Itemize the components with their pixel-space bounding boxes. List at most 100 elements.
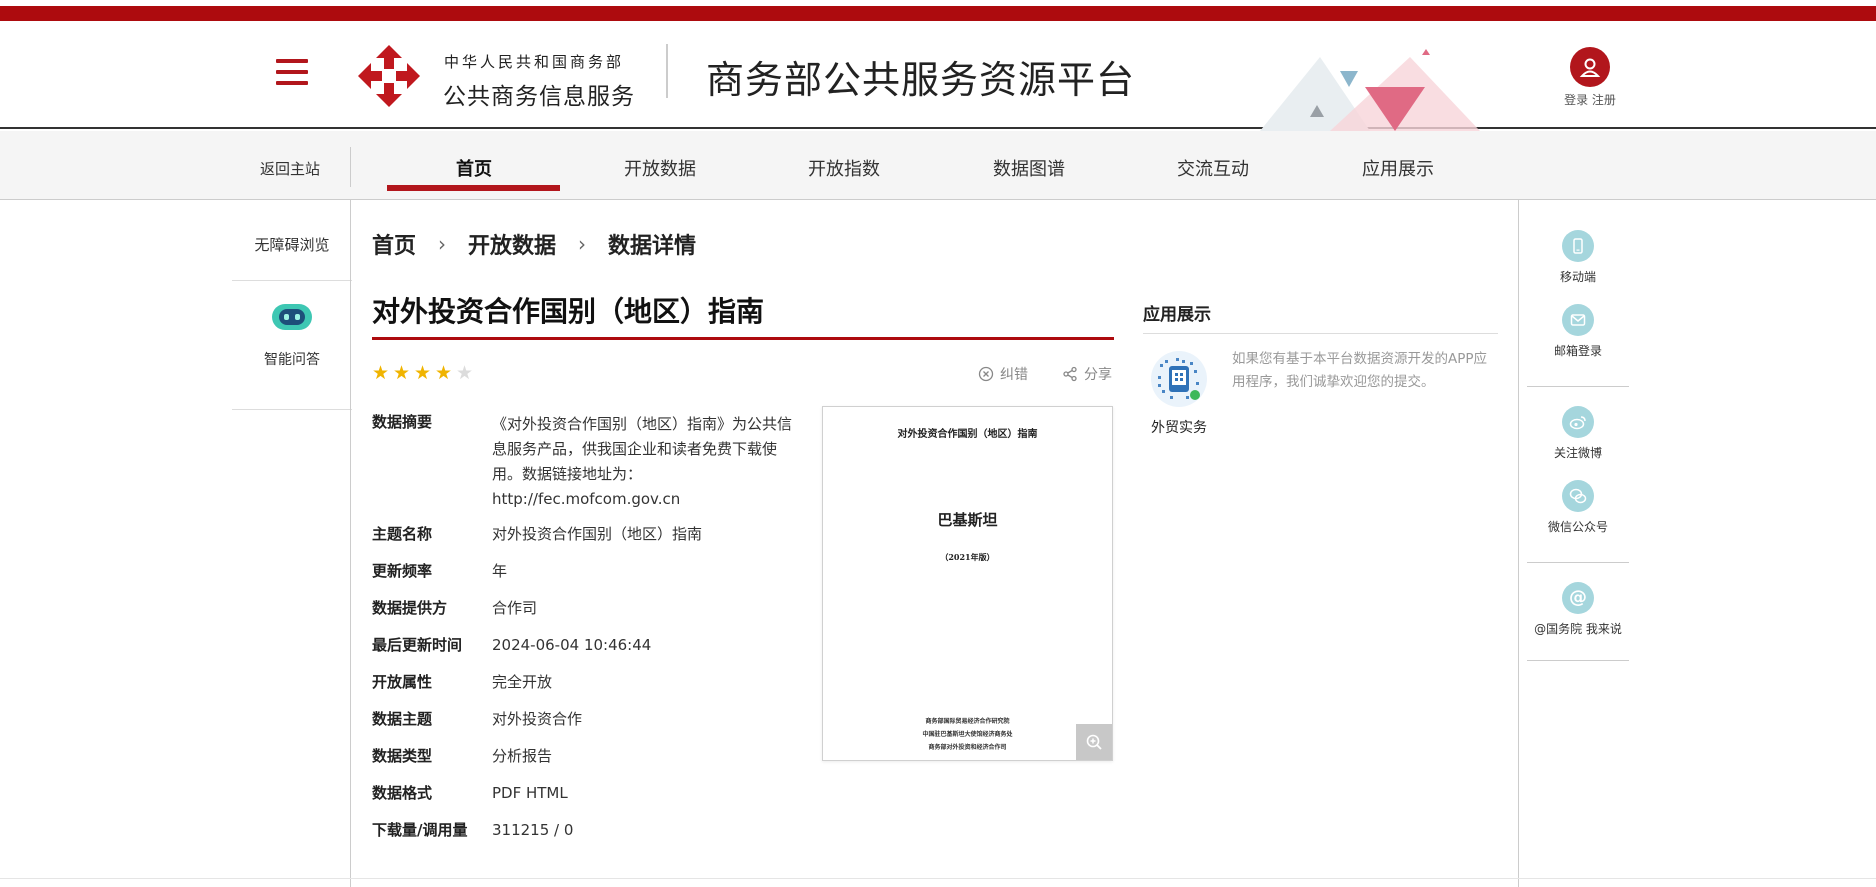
metadata-row: 更新频率 年 xyxy=(372,561,792,582)
metadata-row: 数据提供方 合作司 xyxy=(372,598,792,619)
field-key: 数据摘要 xyxy=(372,413,433,431)
mobile-phone-icon xyxy=(1562,230,1594,262)
state-council-label: @国务院 我来说 xyxy=(1534,622,1622,636)
rail-divider xyxy=(232,280,352,281)
chatbot-icon[interactable] xyxy=(270,300,314,334)
weibo-link[interactable]: 关注微博 xyxy=(1527,406,1629,461)
zoom-in-icon xyxy=(1086,734,1102,750)
preview-country: 巴基斯坦 xyxy=(937,511,998,529)
preview-edition: （2021年版） xyxy=(940,552,995,562)
nav-divider xyxy=(350,147,351,187)
field-key: 更新频率 xyxy=(372,562,433,580)
star-filled-icon[interactable]: ★ xyxy=(414,362,435,384)
rail-divider xyxy=(1527,386,1629,387)
star-empty-icon[interactable]: ★ xyxy=(456,362,477,384)
field-value: 2024-06-04 10:46:44 xyxy=(492,636,652,654)
org-name: 中华人民共和国商务部 xyxy=(444,53,625,71)
register-link[interactable]: 注册 xyxy=(1592,93,1616,107)
field-value: 对外投资合作国别（地区）指南 xyxy=(492,525,703,543)
metadata-row: 主题名称 对外投资合作国别（地区）指南 xyxy=(372,524,792,545)
qr-code-icon[interactable] xyxy=(1150,350,1208,408)
assistant-label[interactable]: 智能问答 xyxy=(232,349,352,369)
back-to-main-site-link[interactable]: 返回主站 xyxy=(260,158,320,179)
breadcrumb-home[interactable]: 首页 xyxy=(372,228,416,260)
nav-tab-app-showcase[interactable]: 应用展示 xyxy=(1362,155,1434,181)
header-divider xyxy=(666,44,668,98)
rating-stars[interactable]: ★ ★ ★ ★ ★ xyxy=(372,362,477,384)
metadata-row: 下载量/调用量 311215 / 0 xyxy=(372,820,792,841)
star-filled-icon[interactable]: ★ xyxy=(393,362,414,384)
nav-tab-home[interactable]: 首页 xyxy=(456,155,492,181)
metadata-list: 数据摘要 《对外投资合作国别（地区）指南》为公共信息服务产品，供我国企业和读者免费… xyxy=(372,412,792,857)
document-preview[interactable]: 对外投资合作国别（地区）指南 巴基斯坦 （2021年版） 商务部国际贸易经济合作… xyxy=(822,406,1113,761)
email-login-label: 邮箱登录 xyxy=(1553,344,1602,358)
field-key: 数据主题 xyxy=(372,710,433,728)
at-sign-icon: @ xyxy=(1562,582,1594,614)
field-key: 最后更新时间 xyxy=(372,636,463,654)
field-value: 完全开放 xyxy=(492,673,553,691)
app-name[interactable]: 外贸实务 xyxy=(1143,417,1215,437)
menu-icon[interactable] xyxy=(276,59,308,87)
metadata-row: 数据主题 对外投资合作 xyxy=(372,709,792,730)
field-key: 数据提供方 xyxy=(372,599,448,617)
field-key: 数据格式 xyxy=(372,784,433,802)
share-icon xyxy=(1063,366,1077,382)
breadcrumb-open-data[interactable]: 开放数据 xyxy=(468,228,556,260)
app-showcase-divider xyxy=(1143,333,1498,334)
field-value: PDF HTML xyxy=(492,784,568,802)
login-link[interactable]: 登录 xyxy=(1564,93,1588,107)
field-value: 《对外投资合作国别（地区）指南》为公共信息服务产品，供我国企业和读者免费下载使用… xyxy=(492,415,793,508)
state-council-link[interactable]: @ @国务院 我来说 xyxy=(1527,582,1629,637)
main-nav: 返回主站 首页 开放数据 开放指数 数据图谱 交流互动 应用展示 xyxy=(0,131,1876,200)
user-icon[interactable] xyxy=(1570,47,1610,87)
zoom-in-button[interactable] xyxy=(1076,724,1112,760)
mofcom-logo-icon[interactable] xyxy=(354,41,424,111)
dataset-title: 对外投资合作国别（地区）指南 xyxy=(372,295,765,328)
mobile-link[interactable]: 移动端 xyxy=(1527,230,1629,285)
breadcrumb-data-detail: 数据详情 xyxy=(608,234,697,259)
error-circle-icon xyxy=(978,366,994,382)
correction-button[interactable]: 纠错 xyxy=(978,364,1028,384)
preview-publishers: 商务部国际贸易经济合作研究院 中国驻巴基斯坦大使馆经济商务处 商务部对外投资和经… xyxy=(823,715,1112,754)
breadcrumb: 首页 › 开放数据 › 数据详情 xyxy=(372,228,696,260)
correction-label: 纠错 xyxy=(1000,367,1028,383)
chevron-right-icon: › xyxy=(438,232,447,256)
field-value: 对外投资合作 xyxy=(492,710,583,728)
share-button[interactable]: 分享 xyxy=(1062,364,1112,384)
site-header: 中华人民共和国商务部 公共商务信息服务 商务部公共服务资源平台 登录 注册 xyxy=(0,21,1876,131)
login-area: 登录 注册 xyxy=(1548,47,1632,108)
content-right-border xyxy=(1518,200,1519,887)
wechat-icon xyxy=(1562,480,1594,512)
field-value: 合作司 xyxy=(492,599,538,617)
nav-tab-open-index[interactable]: 开放指数 xyxy=(808,155,880,181)
title-underline xyxy=(372,337,1114,340)
field-value: 年 xyxy=(492,562,508,580)
active-tab-indicator xyxy=(387,185,560,191)
metadata-row: 开放属性 完全开放 xyxy=(372,672,792,693)
org-subtitle: 公共商务信息服务 xyxy=(443,84,635,110)
footer-divider xyxy=(0,878,1876,879)
platform-title: 商务部公共服务资源平台 xyxy=(706,58,1136,102)
rail-divider xyxy=(1527,660,1629,661)
wechat-label: 微信公众号 xyxy=(1547,520,1608,534)
preview-publisher-line: 中国驻巴基斯坦大使馆经济商务处 xyxy=(922,731,1013,738)
weibo-label: 关注微博 xyxy=(1553,446,1602,460)
field-value: 分析报告 xyxy=(492,747,553,765)
metadata-row: 数据摘要 《对外投资合作国别（地区）指南》为公共信息服务产品，供我国企业和读者免费… xyxy=(372,412,792,512)
wechat-link[interactable]: 微信公众号 xyxy=(1527,480,1629,535)
nav-tab-data-graph[interactable]: 数据图谱 xyxy=(993,155,1065,181)
rail-divider xyxy=(1527,562,1629,563)
metadata-row: 数据类型 分析报告 xyxy=(372,746,792,767)
star-filled-icon[interactable]: ★ xyxy=(435,362,456,384)
field-key: 数据类型 xyxy=(372,747,433,765)
weibo-icon xyxy=(1562,406,1594,438)
accessibility-link[interactable]: 无障碍浏览 xyxy=(232,234,352,255)
nav-tab-open-data[interactable]: 开放数据 xyxy=(624,155,696,181)
nav-tab-interaction[interactable]: 交流互动 xyxy=(1177,155,1249,181)
star-filled-icon[interactable]: ★ xyxy=(372,362,393,384)
preview-publisher-line: 商务部国际贸易经济合作研究院 xyxy=(925,718,1010,725)
chevron-right-icon: › xyxy=(578,232,587,256)
email-login-link[interactable]: 邮箱登录 xyxy=(1527,304,1629,359)
top-accent-bar xyxy=(0,6,1876,21)
decorative-triangles-icon xyxy=(1260,49,1480,131)
